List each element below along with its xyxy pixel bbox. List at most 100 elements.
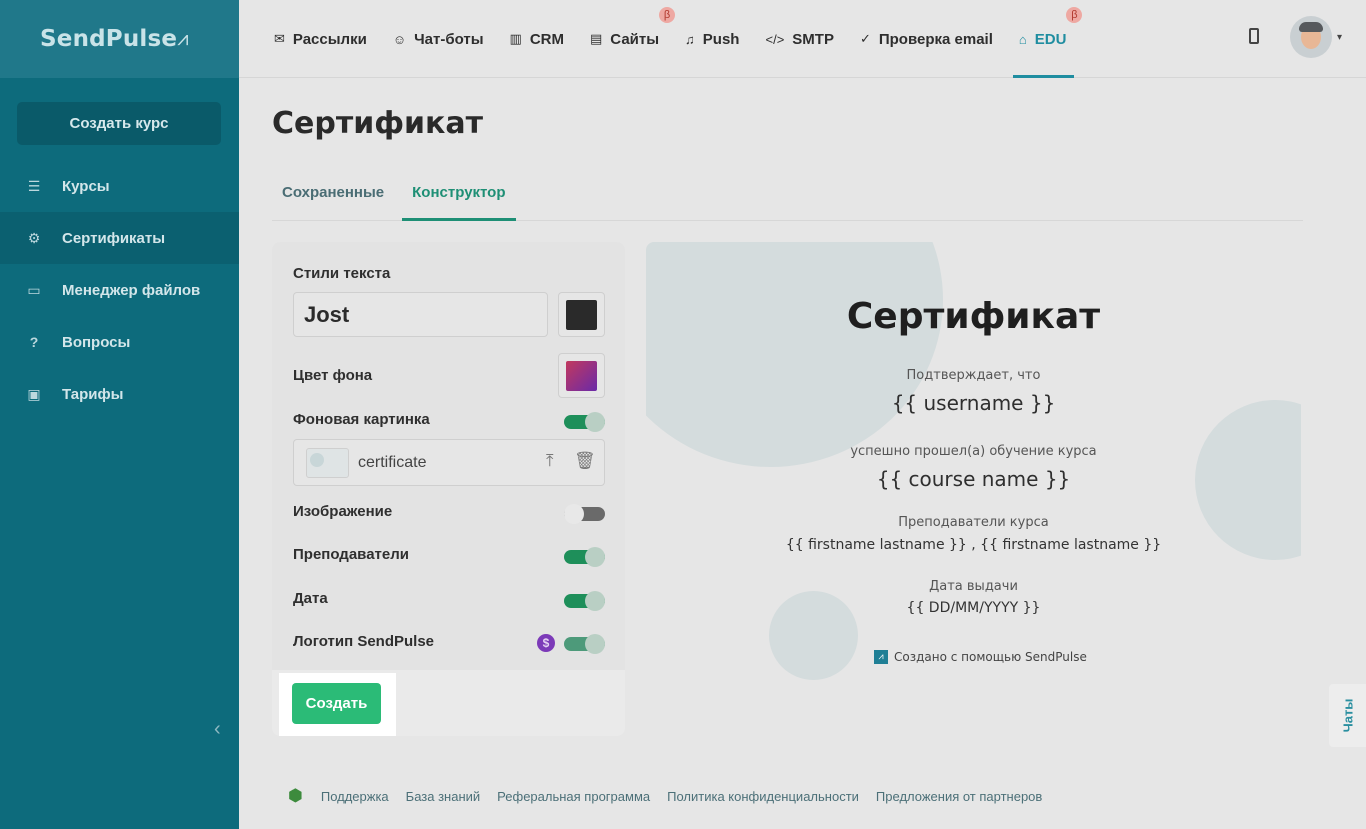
confirms-text: Подтверждает, что <box>906 368 1041 383</box>
topnav-item-campaigns[interactable]: ✉ Рассылки <box>274 0 367 78</box>
sidebar-item-label: Сертификаты <box>62 229 166 247</box>
teachers-title: Преподаватели курса <box>898 515 1049 530</box>
top-nav: ✉ Рассылки ☺ Чат-боты ▥ CRM ▤ Сайты β ♫ … <box>274 0 1092 78</box>
logo[interactable]: SendPulse <box>40 26 177 52</box>
beta-badge: β <box>659 7 676 23</box>
logo-area: SendPulse ⩘ <box>0 0 239 78</box>
bg-image-label: Фоновая картинка <box>293 411 430 428</box>
sidebar-nav: ☰ Курсы ⚙ Сертификаты ▭ Менеджер файлов … <box>0 160 239 420</box>
sidebar-item-label: Вопросы <box>62 333 131 351</box>
chevron-down-icon[interactable]: ▾ <box>1337 32 1342 43</box>
code-icon: </> <box>765 31 785 47</box>
topnav-item-label: CRM <box>529 30 564 48</box>
file-name: certificate <box>358 454 427 471</box>
sidebar-item-file-manager[interactable]: ▭ Менеджер файлов <box>0 264 239 316</box>
sites-icon: ▤ <box>590 31 603 46</box>
question-icon: ? <box>29 334 39 350</box>
footer-link-privacy[interactable]: Политика конфиденциальности <box>667 789 859 804</box>
image-thumbnail <box>306 448 349 478</box>
settings-panel-body: Стили текста Jost Цвет фона Фоновая карт… <box>272 242 625 670</box>
crm-icon: ▥ <box>509 31 522 46</box>
topnav-item-chatbots[interactable]: ☺ Чат-боты <box>393 0 484 78</box>
text-styles-label: Стили текста <box>293 265 391 282</box>
footer-link-referral[interactable]: Реферальная программа <box>497 789 650 804</box>
logo-toggle[interactable] <box>564 634 605 654</box>
logo-pulse-icon: ⩘ <box>177 27 189 50</box>
android-icon[interactable]: ⬢ <box>288 786 303 806</box>
certificate-title: Сертификат <box>846 296 1101 337</box>
logo-label: Логотип SendPulse <box>293 633 435 650</box>
bg-color-swatch <box>566 361 597 391</box>
settings-panel: Стили текста Jost Цвет фона Фоновая карт… <box>272 242 625 736</box>
course-name-placeholder: {{ course name }} <box>876 467 1071 491</box>
collapse-sidebar-icon[interactable]: ‹ <box>214 718 221 741</box>
footer-link-knowledge-base[interactable]: База знаний <box>406 789 481 804</box>
image-toggle[interactable] <box>564 504 605 524</box>
topnav-item-label: Рассылки <box>292 30 367 48</box>
avatar[interactable] <box>1290 16 1332 58</box>
folder-icon: ▭ <box>27 281 41 298</box>
teachers-label: Преподаватели <box>293 546 409 563</box>
topnav-item-label: Push <box>702 30 740 48</box>
completed-text: успешно прошел(а) обучение курса <box>850 444 1097 459</box>
font-value: Jost <box>304 301 350 327</box>
decor-circle <box>646 242 943 467</box>
toggle-knob <box>585 412 605 432</box>
sidebar-item-courses[interactable]: ☰ Курсы <box>0 160 239 212</box>
topnav-item-edu[interactable]: ⌂ EDU β <box>1012 0 1083 78</box>
bell-icon: ♫ <box>685 31 695 47</box>
gear-icon: ⚙ <box>27 229 41 246</box>
teachers-toggle[interactable] <box>564 547 605 567</box>
chatbot-icon: ☺ <box>392 31 407 47</box>
chats-label: Чаты <box>1340 698 1355 733</box>
sidebar-item-certificates[interactable]: ⚙ Сертификаты <box>0 212 239 264</box>
bg-color-picker[interactable] <box>558 353 605 398</box>
topnav-item-email-verify[interactable]: ✓ Проверка email <box>860 0 993 78</box>
toggle-knob <box>585 547 605 567</box>
create-button[interactable]: Создать <box>292 683 381 724</box>
certificate-preview: Сертификат Подтверждает, что {{ username… <box>646 242 1301 692</box>
tab-saved[interactable]: Сохраненные <box>272 172 394 221</box>
mobile-app-icon[interactable] <box>1249 28 1259 44</box>
sidebar-item-questions[interactable]: ? Вопросы <box>0 316 239 368</box>
image-label: Изображение <box>293 503 393 520</box>
bg-image-toggle[interactable] <box>564 412 605 432</box>
top-bar: ✉ Рассылки ☺ Чат-боты ▥ CRM ▤ Сайты β ♫ … <box>239 0 1366 78</box>
check-icon: ✓ <box>859 31 871 46</box>
sendpulse-logo-icon: ⩘ <box>874 650 888 664</box>
tab-constructor[interactable]: Конструктор <box>402 172 516 221</box>
create-course-button[interactable]: Создать курс <box>17 102 221 145</box>
date-toggle[interactable] <box>564 591 605 611</box>
page-footer: ⬢ Поддержка База знаний Реферальная прог… <box>274 786 1059 806</box>
courses-icon: ☰ <box>27 177 41 194</box>
sidebar-item-label: Менеджер файлов <box>62 281 201 299</box>
avatar-hair <box>1299 22 1323 32</box>
date-label: Дата <box>293 590 328 607</box>
footer-link-partners[interactable]: Предложения от партнеров <box>876 789 1042 804</box>
sidebar-item-pricing[interactable]: ▣ Тарифы <box>0 368 239 420</box>
edu-icon: ⌂ <box>1018 31 1027 47</box>
toggle-knob <box>585 591 605 611</box>
footer-link-support[interactable]: Поддержка <box>321 789 389 804</box>
topnav-item-label: EDU <box>1034 30 1067 48</box>
upload-icon[interactable]: ⤒ <box>546 451 554 471</box>
page-title: Сертификат <box>272 106 484 141</box>
topnav-item-smtp[interactable]: </> SMTP <box>765 0 833 78</box>
chats-tab[interactable]: Чаты <box>1329 684 1366 747</box>
text-color-swatch <box>566 300 597 330</box>
topnav-item-label: Чат-боты <box>414 30 484 48</box>
toggle-knob <box>585 634 605 654</box>
topnav-item-push[interactable]: ♫ Push <box>685 0 739 78</box>
topnav-item-crm[interactable]: ▥ CRM <box>510 0 564 78</box>
created-with-footer: ⩘ Создано с помощью SendPulse <box>874 650 1087 664</box>
sidebar: SendPulse ⩘ Создать курс ☰ Курсы ⚙ Серти… <box>0 0 239 829</box>
topnav-item-sites[interactable]: ▤ Сайты β <box>590 0 676 78</box>
trash-icon[interactable]: 🗑 <box>574 451 596 471</box>
text-color-picker[interactable] <box>558 292 605 337</box>
font-select[interactable]: Jost <box>293 292 548 337</box>
sidebar-item-label: Курсы <box>62 177 110 195</box>
date-title: Дата выдачи <box>929 579 1018 594</box>
topnav-item-label: SMTP <box>792 30 834 48</box>
date-placeholder: {{ DD/MM/YYYY }} <box>906 600 1041 616</box>
paid-feature-icon: $ <box>537 634 555 652</box>
